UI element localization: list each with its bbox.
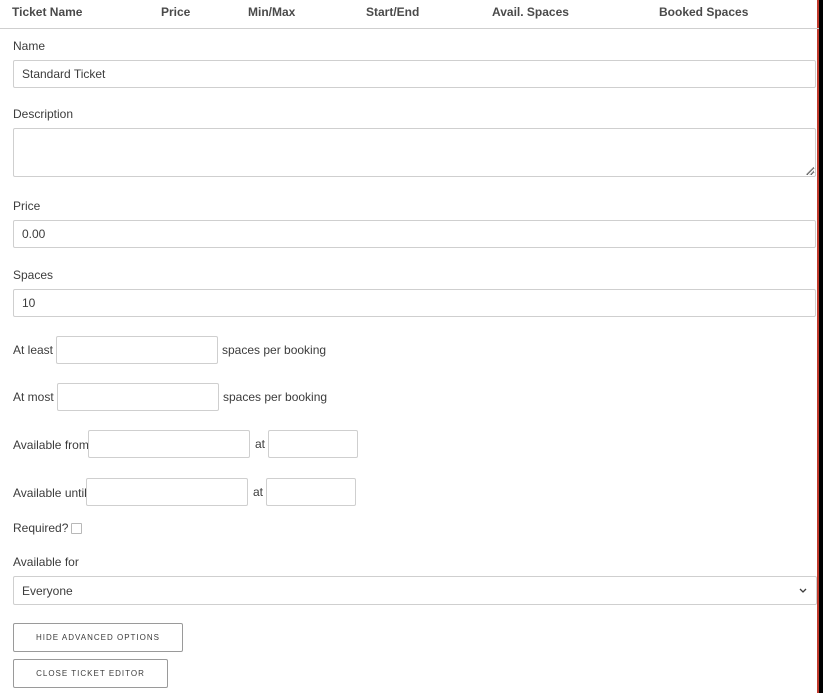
at-most-label: At most xyxy=(13,390,54,404)
col-min-max: Min/Max xyxy=(248,5,296,19)
name-input[interactable] xyxy=(13,60,816,88)
spaces-input[interactable] xyxy=(13,289,816,317)
close-ticket-editor-button[interactable]: Close Ticket Editor xyxy=(13,659,168,688)
required-checkbox[interactable] xyxy=(71,523,82,534)
chevron-down-icon xyxy=(799,588,807,593)
at-most-input[interactable] xyxy=(57,383,219,411)
available-until-label: Available until xyxy=(13,486,87,500)
col-avail-spaces: Avail. Spaces xyxy=(492,5,569,19)
available-from-label: Available from xyxy=(13,438,89,452)
available-until-at-label: at xyxy=(253,485,264,499)
available-from-time-input[interactable] xyxy=(268,430,358,458)
col-ticket-name: Ticket Name xyxy=(12,5,83,19)
available-for-selected-value: Everyone xyxy=(22,584,73,598)
at-least-label: At least xyxy=(13,343,54,357)
resize-grip-icon[interactable] xyxy=(806,167,814,175)
ticket-editor-panel: Ticket Name Price Min/Max Start/End Avai… xyxy=(0,0,819,693)
col-booked-spaces: Booked Spaces xyxy=(659,5,749,19)
price-input[interactable] xyxy=(13,220,816,248)
window-frame: Ticket Name Price Min/Max Start/End Avai… xyxy=(0,0,823,693)
price-label: Price xyxy=(13,199,41,213)
at-most-suffix: spaces per booking xyxy=(223,390,328,404)
available-from-date-input[interactable] xyxy=(88,430,250,458)
col-start-end: Start/End xyxy=(366,5,420,19)
at-least-suffix: spaces per booking xyxy=(222,343,327,357)
available-from-at-label: at xyxy=(255,437,266,451)
required-label: Required? xyxy=(13,521,69,535)
available-until-time-input[interactable] xyxy=(266,478,356,506)
description-textarea[interactable] xyxy=(13,128,816,177)
description-wrapper xyxy=(13,128,816,177)
available-until-date-input[interactable] xyxy=(86,478,248,506)
col-price: Price xyxy=(161,5,191,19)
ticket-table-header: Ticket Name Price Min/Max Start/End Avai… xyxy=(0,0,819,29)
name-label: Name xyxy=(13,39,46,53)
at-least-input[interactable] xyxy=(56,336,218,364)
hide-advanced-options-button[interactable]: Hide Advanced Options xyxy=(13,623,183,652)
description-label: Description xyxy=(13,107,74,121)
available-for-label: Available for xyxy=(13,555,79,569)
spaces-label: Spaces xyxy=(13,268,54,282)
available-for-select[interactable]: Everyone xyxy=(13,576,817,605)
